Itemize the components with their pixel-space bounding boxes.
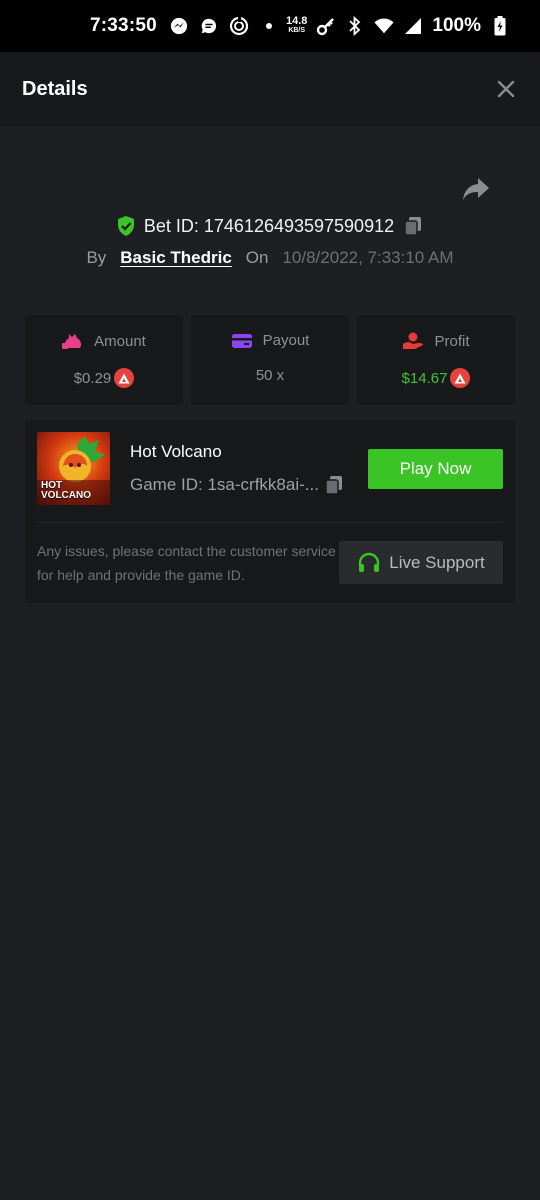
share-icon [463,178,489,200]
key-icon [316,16,336,36]
hand-money-icon [402,332,424,350]
game-id-row: Game ID: 1sa-crfkk8ai-... [130,474,345,496]
payout-value: 50 x [255,367,285,384]
copy-bet-id-button[interactable] [402,215,424,237]
verified-shield-icon [116,215,136,237]
on-label: On [245,248,269,267]
bet-id: Bet ID: 1746126493597590912 [143,215,395,236]
support-notice: Any issues, please contact the customer … [37,543,336,583]
battery-icon [490,16,510,36]
card-icon [231,333,253,349]
page-title: Details [22,77,88,100]
money-bag-icon [62,332,84,350]
game-thumbnail[interactable]: HOT VOLCANO [37,432,110,505]
avax-coin-icon [450,368,471,388]
bet-meta-row: By Basic Thedric On 10/8/2022, 7:33:10 A… [0,244,540,272]
network-speed: 14.8 KB/S [285,15,308,35]
close-button[interactable] [494,77,518,101]
bet-stats: Amount $0.29 Payout 50 x Profit $14.67 [25,315,515,405]
divider [37,522,503,523]
profit-value: $14.67 [401,369,448,387]
game-thumbnail-title: HOT VOLCANO [41,480,91,501]
live-support-button[interactable]: Live Support [339,541,503,584]
amount-label: Amount [94,332,146,350]
status-time: 7:33:50 [90,15,157,36]
close-icon [497,80,515,98]
wifi-icon [374,16,394,36]
play-now-button[interactable]: Play Now [368,449,503,489]
chat-icon [199,16,219,36]
messenger-icon [169,16,189,36]
game-card: HOT VOLCANO Hot Volcano Game ID: 1sa-crf… [25,420,515,603]
bluetooth-icon [345,16,365,36]
avax-coin-icon [114,368,135,388]
bettor-username-link[interactable]: Basic Thedric [120,248,232,268]
sync-icon [229,16,249,36]
payout-card: Payout 50 x [191,315,349,405]
dot-icon [259,16,279,36]
bet-id-row: Bet ID: 1746126493597590912 [0,212,540,240]
share-button[interactable] [461,176,491,202]
profit-card: Profit $14.67 [357,315,515,405]
battery-level: 100% [432,15,481,36]
payout-label: Payout [262,332,310,349]
live-support-label: Live Support [389,552,485,572]
by-label: By [86,248,107,267]
copy-icon [404,217,422,236]
status-bar: 7:33:50 14.8 KB/S 100% [0,0,540,52]
profit-label: Profit [434,332,470,350]
game-name: Hot Volcano [130,442,222,461]
amount-card: Amount $0.29 [25,315,183,405]
signal-icon [403,16,423,36]
headset-icon [357,552,381,574]
bet-date: 10/8/2022, 7:33:10 AM [282,248,454,267]
amount-value: $0.29 [73,369,112,387]
copy-game-id-button[interactable] [323,474,345,496]
game-id: Game ID: 1sa-crfkk8ai-... [130,475,319,494]
details-header: Details [0,52,540,126]
copy-icon [325,476,342,495]
